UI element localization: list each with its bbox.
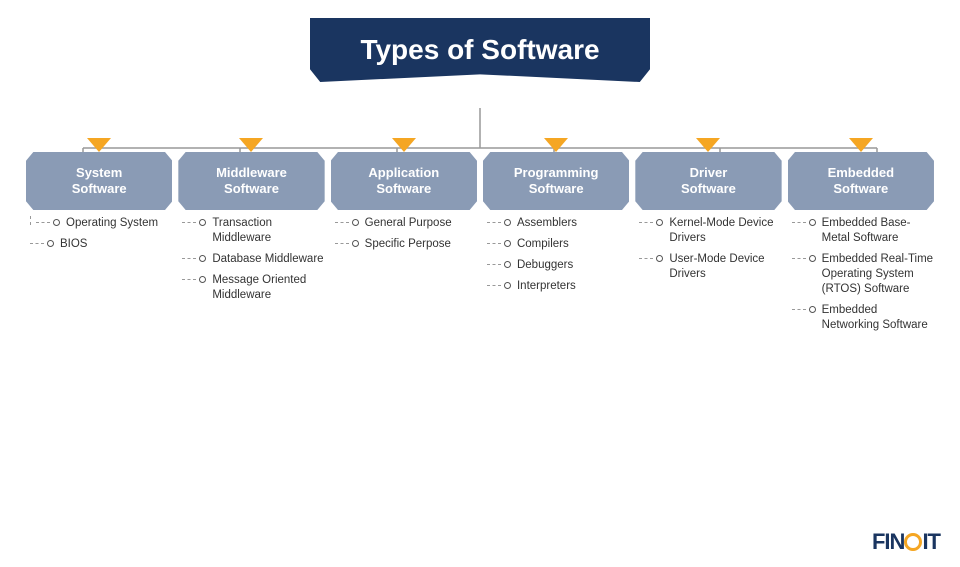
catbox-driver: DriverSoftware bbox=[635, 152, 781, 210]
catbox-driver-label: DriverSoftware bbox=[681, 165, 736, 196]
list-item: BIOS bbox=[30, 237, 172, 252]
item-dot bbox=[53, 219, 60, 226]
arrow-system bbox=[87, 138, 111, 152]
list-item: User-Mode Device Drivers bbox=[639, 252, 781, 282]
item-dot bbox=[504, 282, 511, 289]
list-item: Specific Perpose bbox=[335, 237, 477, 252]
categories-row: SystemSoftware Operating System BIOS bbox=[20, 138, 940, 339]
catbox-programming: ProgrammingSoftware bbox=[483, 152, 629, 210]
category-embedded: EmbeddedSoftware Embedded Base-Metal Sof… bbox=[788, 138, 934, 339]
items-driver: Kernel-Mode Device Drivers User-Mode Dev… bbox=[635, 216, 781, 288]
items-middleware: Transaction Middleware Database Middlewa… bbox=[178, 216, 324, 309]
list-item: Compilers bbox=[487, 237, 629, 252]
item-dot bbox=[809, 219, 816, 226]
list-item: Debuggers bbox=[487, 258, 629, 273]
title-box: Types of Software bbox=[310, 18, 650, 82]
catbox-middleware: MiddlewareSoftware bbox=[178, 152, 324, 210]
item-dot bbox=[504, 261, 511, 268]
item-dot bbox=[199, 276, 206, 283]
list-item: Assemblers bbox=[487, 216, 629, 231]
item-dot bbox=[809, 306, 816, 313]
item-dot bbox=[809, 255, 816, 262]
item-dot bbox=[199, 219, 206, 226]
category-driver: DriverSoftware Kernel-Mode Device Driver… bbox=[635, 138, 781, 339]
arrow-programming bbox=[544, 138, 568, 152]
catbox-embedded-label: EmbeddedSoftware bbox=[828, 165, 894, 196]
list-item: Embedded Networking Software bbox=[792, 303, 934, 333]
logo-o bbox=[904, 533, 922, 551]
list-item: Database Middleware bbox=[182, 252, 324, 267]
items-programming: Assemblers Compilers Debuggers bbox=[483, 216, 629, 300]
item-dot bbox=[47, 240, 54, 247]
diagram-container: Types of Software SystemSoftware bbox=[0, 0, 960, 567]
logo-it: IT bbox=[922, 529, 940, 554]
catbox-middleware-label: MiddlewareSoftware bbox=[216, 165, 287, 196]
items-application: General Purpose Specific Perpose bbox=[331, 216, 477, 258]
list-item: Embedded Real-Time Operating System (RTO… bbox=[792, 252, 934, 297]
catbox-embedded: EmbeddedSoftware bbox=[788, 152, 934, 210]
item-dot bbox=[504, 240, 511, 247]
list-item: Interpreters bbox=[487, 279, 629, 294]
catbox-application-label: ApplicationSoftware bbox=[368, 165, 439, 196]
arrow-embedded bbox=[849, 138, 873, 152]
list-item: General Purpose bbox=[335, 216, 477, 231]
item-dot bbox=[656, 219, 663, 226]
arrow-application bbox=[392, 138, 416, 152]
items-system: Operating System BIOS bbox=[26, 216, 172, 258]
catbox-application: ApplicationSoftware bbox=[331, 152, 477, 210]
category-programming: ProgrammingSoftware Assemblers Compilers bbox=[483, 138, 629, 339]
item-dot bbox=[199, 255, 206, 262]
list-item: Embedded Base-Metal Software bbox=[792, 216, 934, 246]
catbox-system: SystemSoftware bbox=[26, 152, 172, 210]
list-item: Transaction Middleware bbox=[182, 216, 324, 246]
item-dot bbox=[656, 255, 663, 262]
category-application: ApplicationSoftware General Purpose Spec… bbox=[331, 138, 477, 339]
list-item: Operating System bbox=[30, 216, 172, 231]
arrow-middleware bbox=[239, 138, 263, 152]
list-item: Kernel-Mode Device Drivers bbox=[639, 216, 781, 246]
catbox-system-label: SystemSoftware bbox=[72, 165, 127, 196]
category-middleware: MiddlewareSoftware Transaction Middlewar… bbox=[178, 138, 324, 339]
item-dot bbox=[352, 219, 359, 226]
category-system: SystemSoftware Operating System BIOS bbox=[26, 138, 172, 339]
arrow-driver bbox=[696, 138, 720, 152]
catbox-programming-label: ProgrammingSoftware bbox=[514, 165, 599, 196]
finoit-logo: FIN IT bbox=[872, 529, 940, 555]
logo-fin: FIN bbox=[872, 529, 904, 554]
item-dot bbox=[352, 240, 359, 247]
items-embedded: Embedded Base-Metal Software Embedded Re… bbox=[788, 216, 934, 339]
item-dot bbox=[504, 219, 511, 226]
list-item: Message Oriented Middleware bbox=[182, 273, 324, 303]
title-text: Types of Software bbox=[360, 34, 599, 65]
